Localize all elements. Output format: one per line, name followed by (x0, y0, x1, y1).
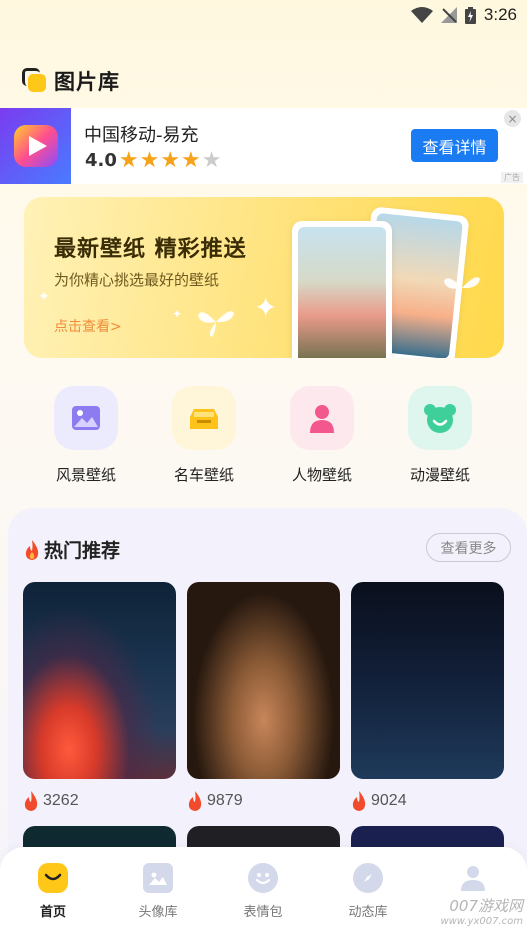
nav-label: 动态库 (348, 905, 388, 920)
hot-count-value: 9879 (207, 792, 243, 809)
watermark: 007游戏网 www.yx007.com (440, 898, 523, 930)
category-anime[interactable]: 动漫壁纸 (395, 386, 485, 485)
person-icon (290, 386, 354, 450)
image-icon (143, 863, 173, 893)
no-signal-icon (440, 7, 457, 23)
page-title: 图片库 (54, 70, 120, 94)
fire-icon (352, 791, 366, 811)
wallpaper-tile[interactable] (23, 582, 176, 779)
nav-home[interactable]: 首页 (18, 863, 88, 920)
hero-subtitle: 为你精心挑选最好的壁纸 (54, 271, 220, 289)
home-icon (38, 863, 68, 893)
hot-count: 9879 (187, 791, 243, 811)
ad-close-icon[interactable]: × (504, 110, 521, 127)
status-time: 3:26 (483, 5, 517, 24)
hot-count-value: 9024 (371, 792, 407, 809)
hot-count-value: 3262 (43, 792, 79, 809)
nav-avatar-library[interactable]: 头像库 (123, 863, 193, 920)
watermark-main: 007游戏网 (449, 897, 523, 915)
fire-icon (188, 791, 202, 811)
profile-icon (458, 863, 488, 893)
ad-rating: 4.0 ★★★★★ (85, 148, 223, 173)
star-rating-icon: ★★★★★ (118, 148, 223, 173)
ad-banner[interactable]: 中国移动-易充 4.0 ★★★★★ 查看详情 × 广告 (0, 108, 527, 184)
wallpaper-tile[interactable] (351, 582, 504, 779)
car-icon (172, 386, 236, 450)
watermark-url: www.yx007.com (440, 916, 523, 927)
landscape-icon (54, 386, 118, 450)
hot-title-text: 热门推荐 (44, 540, 121, 562)
category-label: 名车壁纸 (173, 466, 234, 484)
category-label: 人物壁纸 (291, 466, 352, 484)
smile-icon (248, 863, 278, 893)
hero-view-link[interactable]: 点击查看> (54, 316, 122, 336)
sparkle-icon: ✦ (38, 289, 50, 305)
category-cars[interactable]: 名车壁纸 (159, 386, 249, 485)
app-logo-icon (22, 68, 48, 94)
ad-app-name: 中国移动-易充 (84, 125, 199, 146)
nav-dynamic-library[interactable]: 动态库 (333, 863, 403, 920)
view-more-button[interactable]: 查看更多 (426, 533, 511, 562)
bottom-nav: 首页 头像库 表情包 动态库 007游戏网 www.yx007.com (0, 847, 527, 938)
category-label: 动漫壁纸 (409, 466, 470, 484)
ad-details-button[interactable]: 查看详情 (411, 129, 498, 162)
fire-icon (25, 539, 39, 560)
category-label: 风景壁纸 (55, 466, 116, 484)
wallpaper-tile[interactable] (187, 582, 340, 779)
status-icons: 3:26 (410, 5, 517, 25)
compass-icon (353, 863, 383, 893)
nav-label: 首页 (39, 905, 66, 920)
battery-charging-icon (464, 6, 476, 24)
fire-icon (24, 791, 38, 811)
wifi-icon (410, 7, 433, 23)
sparkle-icon: ✦ (254, 291, 278, 324)
status-bar: 3:26 (0, 0, 527, 32)
butterfly-icon (198, 311, 234, 337)
hero-title: 最新壁纸 精彩推送 (54, 237, 247, 262)
nav-label: 头像库 (138, 905, 178, 920)
sparkle-icon: ✦ (172, 307, 183, 321)
bear-icon (408, 386, 472, 450)
ad-tag: 广告 (501, 172, 523, 183)
wallpaper-preview-card (292, 221, 392, 358)
nav-stickers[interactable]: 表情包 (228, 863, 298, 920)
hero-banner[interactable]: 最新壁纸 精彩推送 为你精心挑选最好的壁纸 点击查看> ✦ ✦ ✦ (24, 197, 504, 358)
nav-label: 表情包 (243, 905, 283, 920)
nav-profile[interactable] (438, 863, 508, 901)
category-people[interactable]: 人物壁纸 (277, 386, 367, 485)
category-landscape[interactable]: 风景壁纸 (41, 386, 131, 485)
hot-section-title: 热门推荐 (24, 536, 120, 563)
app-header: 图片库 (22, 66, 120, 96)
hot-count: 9024 (351, 791, 407, 811)
hot-count: 3262 (23, 791, 79, 811)
ad-rating-value: 4.0 (85, 150, 117, 171)
butterfly-icon (444, 277, 480, 303)
ad-app-icon[interactable] (0, 108, 71, 184)
